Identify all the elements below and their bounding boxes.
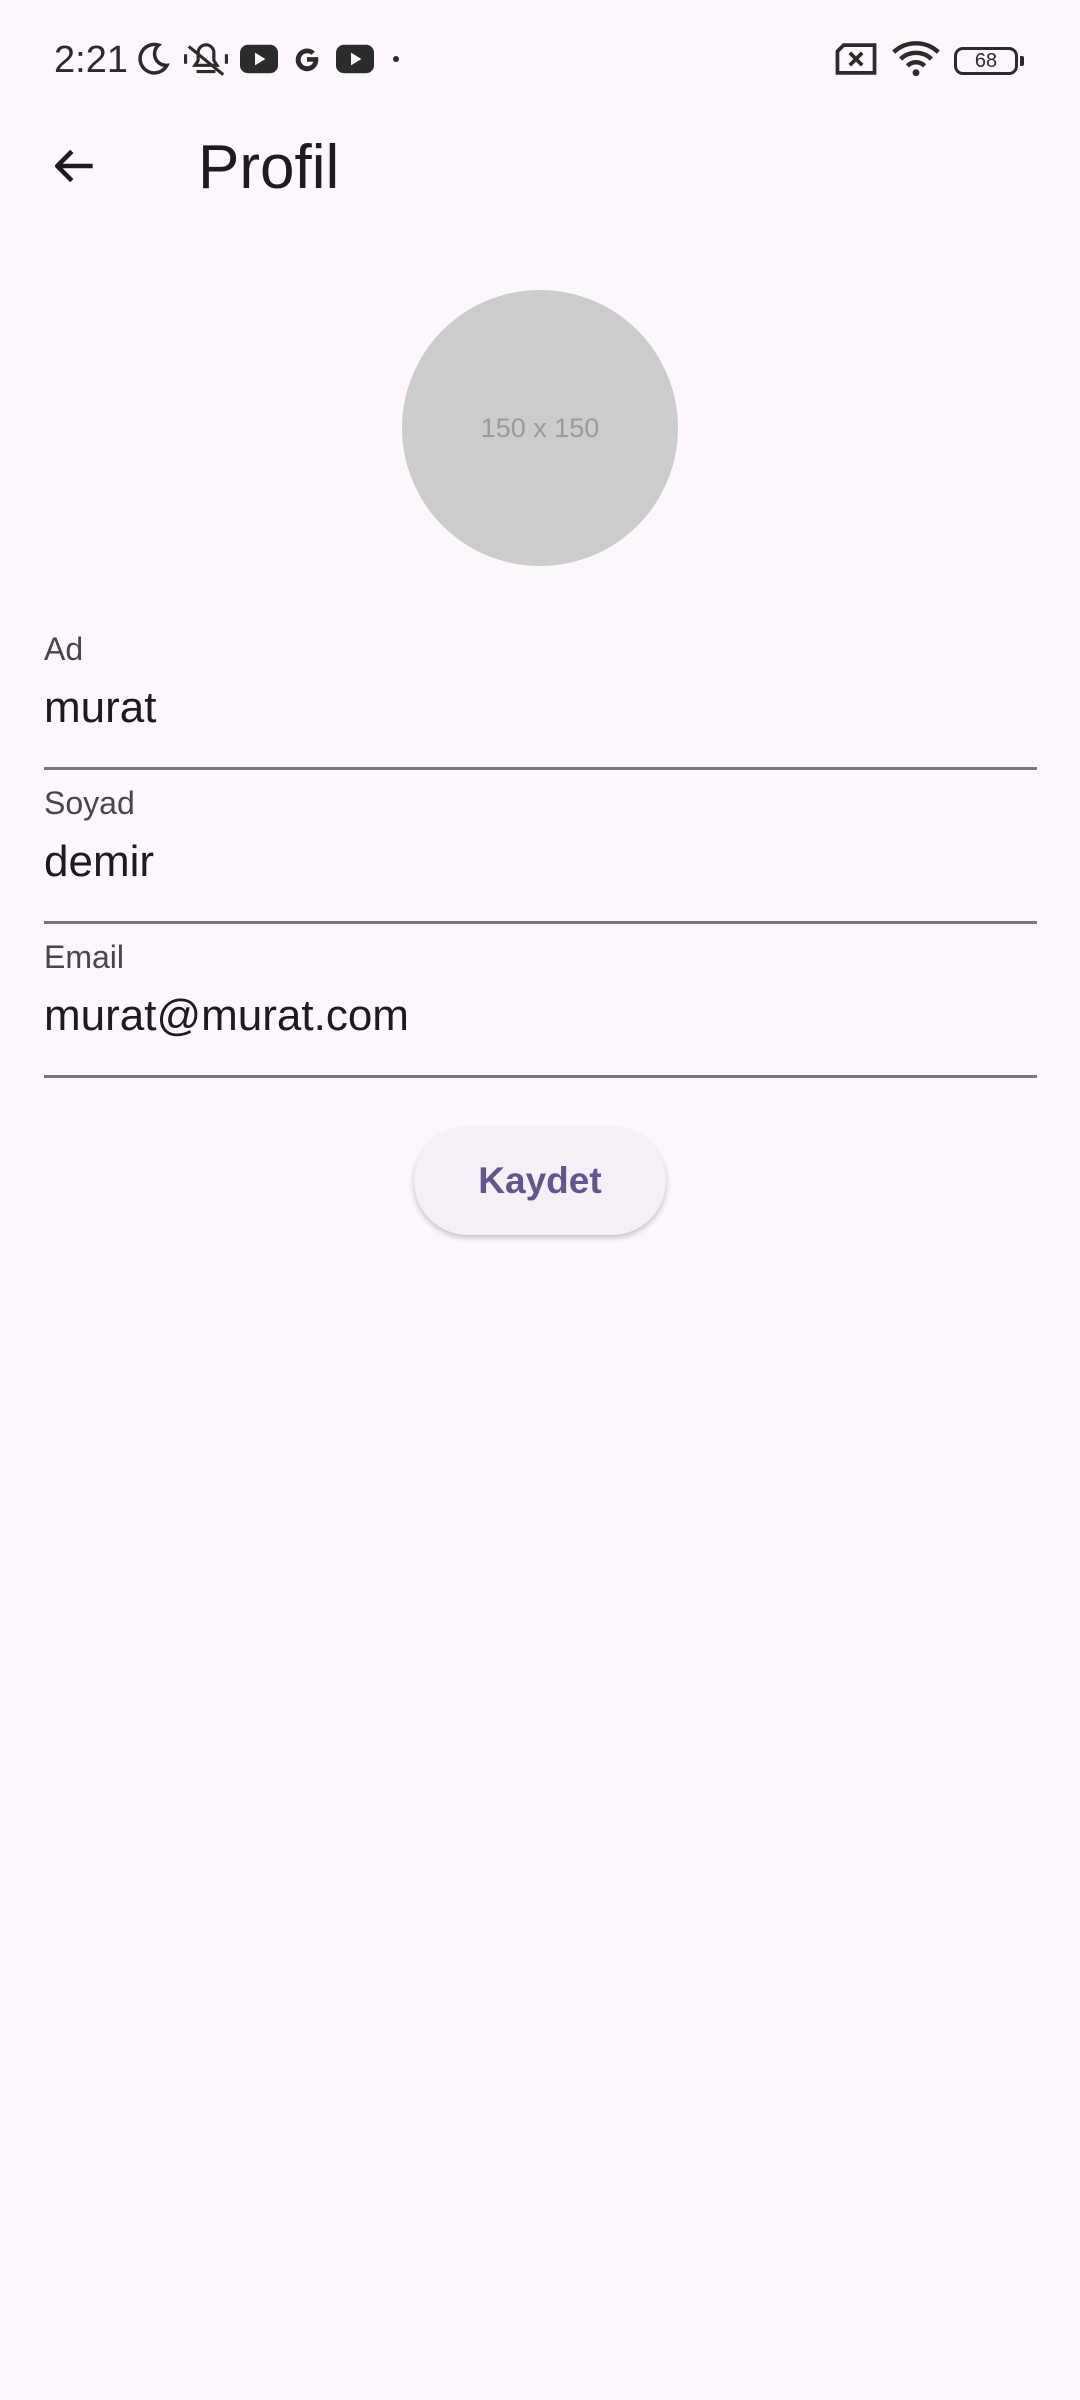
page-title: Profil	[198, 133, 340, 202]
first-name-field[interactable]: Ad	[44, 630, 1037, 770]
dot-icon	[386, 49, 406, 74]
last-name-input[interactable]	[44, 836, 1037, 888]
email-input[interactable]	[44, 990, 1037, 1042]
save-button[interactable]: Kaydet	[414, 1127, 666, 1235]
first-name-label: Ad	[44, 631, 84, 667]
avatar[interactable]: 150 x 150	[402, 290, 678, 566]
moon-icon	[134, 40, 172, 83]
app-bar: Profil	[0, 120, 1080, 216]
status-icons-left	[134, 40, 406, 82]
youtube-icon	[336, 44, 374, 79]
email-field[interactable]: Email	[44, 938, 1037, 1078]
battery-icon: 68	[954, 47, 1024, 75]
vibrate-off-icon	[184, 40, 228, 83]
email-label: Email	[44, 939, 125, 975]
sim-off-icon	[834, 42, 878, 81]
battery-level: 68	[974, 49, 998, 72]
status-time: 2:21	[54, 39, 128, 81]
arrow-left-icon	[51, 141, 101, 196]
status-icons-right: 68	[834, 40, 1024, 83]
status-bar: 2:21 68	[0, 0, 1080, 120]
wifi-icon	[892, 40, 940, 83]
last-name-field[interactable]: Soyad	[44, 784, 1037, 924]
last-name-label: Soyad	[44, 785, 135, 821]
avatar-placeholder-text: 150 x 150	[480, 412, 600, 443]
back-button[interactable]	[28, 120, 124, 216]
youtube-icon	[240, 44, 278, 79]
first-name-input[interactable]	[44, 682, 1037, 734]
google-icon	[290, 42, 324, 81]
